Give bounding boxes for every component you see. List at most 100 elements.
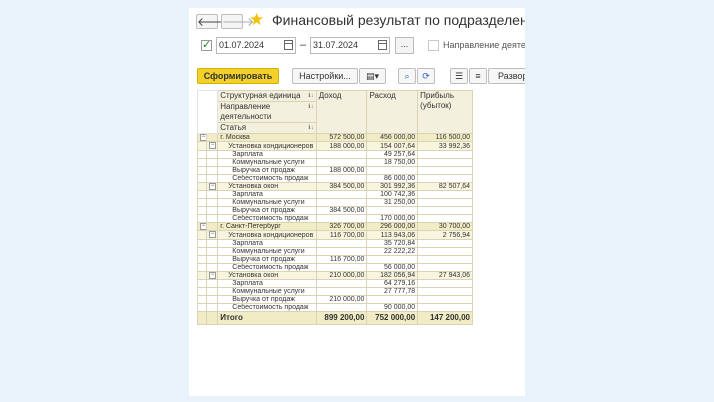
total-row[interactable]: Итого 899 200,00 752 000,00 147 200,00 bbox=[196, 311, 473, 326]
collapse-icon[interactable]: − bbox=[200, 134, 206, 141]
select-period-button[interactable]: ... bbox=[395, 37, 414, 54]
tree-toggle-cell bbox=[206, 132, 219, 143]
tree-toggle-cell bbox=[196, 254, 208, 264]
table-row[interactable]: Коммунальные услуги 18 750,00 bbox=[196, 157, 473, 167]
report-variant-button[interactable]: ▤▾ bbox=[359, 68, 386, 84]
row-profit: 82 507,64 bbox=[417, 181, 473, 192]
structure-button[interactable]: ☰ bbox=[450, 68, 468, 84]
table-row[interactable]: Зарплата 64 279,16 bbox=[196, 279, 473, 289]
row-income bbox=[315, 287, 368, 297]
calendar-icon[interactable] bbox=[378, 40, 387, 50]
collapse-icon[interactable]: − bbox=[200, 223, 206, 230]
row-income bbox=[315, 262, 368, 272]
row-expense: 296 000,00 bbox=[366, 222, 419, 232]
row-profit: 30 700,00 bbox=[417, 222, 473, 232]
table-row[interactable]: Выручка от продаж 384 500,00 bbox=[196, 206, 473, 216]
row-label: Зарплата bbox=[217, 149, 317, 159]
table-row[interactable]: Себестоимость продаж 86 000,00 bbox=[196, 173, 473, 183]
search-button[interactable]: ⌕ bbox=[398, 68, 416, 84]
table-row[interactable]: Выручка от продаж 188 000,00 bbox=[196, 165, 473, 175]
row-label: г. Санкт-Петербург bbox=[217, 222, 317, 232]
table-row[interactable]: − Установка кондиционеров 116 700,00 113 94… bbox=[196, 230, 473, 240]
header-structural-unit[interactable]: ℹ↓ Структурная единица bbox=[217, 90, 317, 102]
tree-toggle-cell bbox=[206, 222, 219, 232]
row-profit bbox=[417, 295, 473, 305]
star-icon[interactable]: ★ bbox=[249, 11, 264, 29]
row-expense: 170 000,00 bbox=[366, 214, 419, 224]
row-label: Установка окон bbox=[217, 270, 317, 281]
collapse-icon: ≡ bbox=[475, 71, 481, 81]
generate-button[interactable]: Сформировать bbox=[197, 68, 279, 84]
period-checkbox[interactable] bbox=[201, 38, 212, 51]
collapse-icon[interactable]: − bbox=[209, 142, 217, 150]
search-next-icon: ⟳ bbox=[422, 71, 430, 81]
table-row[interactable]: − г. Санкт-Петербург 326 700,00 296 000,00 3… bbox=[196, 222, 473, 232]
header-direction[interactable]: ℹ↓ Направление деятельности bbox=[217, 101, 317, 123]
table-row[interactable]: Себестоимость продаж 56 000,00 bbox=[196, 262, 473, 272]
table-row[interactable]: − Установка кондиционеров 188 000,00 154 00… bbox=[196, 141, 473, 151]
tree-toggle-cell bbox=[206, 238, 219, 248]
date-separator: – bbox=[300, 39, 307, 51]
collapse-button[interactable]: ≡ bbox=[469, 68, 487, 84]
table-row[interactable]: Выручка от продаж 210 000,00 bbox=[196, 295, 473, 305]
total-profit: 147 200,00 bbox=[417, 311, 473, 326]
row-label: Коммунальные услуги bbox=[217, 198, 317, 208]
row-profit: 33 992,36 bbox=[417, 141, 473, 151]
row-income bbox=[315, 303, 368, 313]
row-income bbox=[315, 157, 368, 167]
header-income[interactable]: Доход bbox=[315, 90, 368, 134]
table-row[interactable]: Зарплата 49 257,64 bbox=[196, 149, 473, 159]
row-expense: 56 000,00 bbox=[366, 262, 419, 272]
tree-toggle-cell: − bbox=[206, 181, 219, 192]
row-label: Выручка от продаж bbox=[217, 165, 317, 175]
row-profit bbox=[417, 254, 473, 264]
header-article[interactable]: ℹ↓ Статья bbox=[217, 122, 317, 134]
tree-toggle-cell bbox=[196, 279, 208, 289]
table-row[interactable]: Коммунальные услуги 22 222,22 bbox=[196, 246, 473, 256]
back-button[interactable]: 🡐 bbox=[196, 14, 229, 29]
table-row[interactable]: Зарплата 100 742,36 bbox=[196, 190, 473, 200]
calendar-icon[interactable] bbox=[284, 40, 293, 50]
collapse-icon[interactable]: − bbox=[209, 183, 217, 190]
row-income bbox=[315, 214, 368, 224]
row-expense bbox=[366, 165, 419, 175]
direction-checkbox[interactable] bbox=[428, 40, 439, 51]
table-row[interactable]: − г. Москва 572 500,00 456 000,00 116 500,00 bbox=[196, 132, 473, 143]
row-expense: 154 007,64 bbox=[366, 141, 419, 151]
search-icon: ⌕ bbox=[404, 71, 410, 81]
tree-toggle-cell bbox=[196, 230, 208, 240]
tree-toggle-cell: − bbox=[206, 141, 219, 151]
date-from-field[interactable]: 01.07.2024 bbox=[216, 37, 296, 54]
row-profit: 27 943,06 bbox=[417, 270, 473, 281]
tree-toggle-cell bbox=[206, 173, 219, 183]
row-income: 116 700,00 bbox=[315, 230, 368, 240]
table-row[interactable]: − Установка окон 210 000,00 182 056,94 27 94… bbox=[196, 270, 473, 281]
row-profit bbox=[417, 279, 473, 289]
tree-toggle-cell bbox=[206, 262, 219, 272]
table-row[interactable]: Выручка от продаж 116 700,00 bbox=[196, 254, 473, 264]
table-row[interactable]: Себестоимость продаж 90 000,00 bbox=[196, 303, 473, 313]
structure-icon: ☰ bbox=[454, 71, 464, 81]
date-to-field[interactable]: 31.07.2024 bbox=[310, 37, 390, 54]
row-label: Выручка от продаж bbox=[217, 206, 317, 216]
table-row[interactable]: Себестоимость продаж 170 000,00 bbox=[196, 214, 473, 224]
tree-toggle-cell: − bbox=[206, 230, 219, 240]
table-row[interactable]: Коммунальные услуги 31 250,00 bbox=[196, 198, 473, 208]
table-row[interactable]: Коммунальные услуги 27 777,78 bbox=[196, 287, 473, 297]
expand-all-button[interactable]: Развор bbox=[488, 68, 525, 84]
forward-button[interactable]: 🡒 bbox=[221, 14, 254, 29]
header-expense[interactable]: Расход bbox=[366, 90, 419, 134]
table-row[interactable]: Зарплата 35 720,84 bbox=[196, 238, 473, 248]
collapse-icon[interactable]: − bbox=[209, 272, 217, 279]
row-profit bbox=[417, 157, 473, 167]
tree-toggle-cell bbox=[206, 303, 219, 313]
row-expense: 18 750,00 bbox=[366, 157, 419, 167]
header-profit[interactable]: Прибыль (убыток) bbox=[417, 90, 473, 134]
total-label: Итого bbox=[217, 311, 317, 326]
row-label: Выручка от продаж bbox=[217, 254, 317, 264]
settings-button[interactable]: Настройки... bbox=[292, 68, 358, 84]
table-row[interactable]: − Установка окон 384 500,00 301 992,36 82 50… bbox=[196, 181, 473, 192]
search-next-button[interactable]: ⟳ bbox=[417, 68, 435, 84]
collapse-icon[interactable]: − bbox=[209, 231, 217, 239]
tree-toggle-cell bbox=[196, 157, 208, 167]
